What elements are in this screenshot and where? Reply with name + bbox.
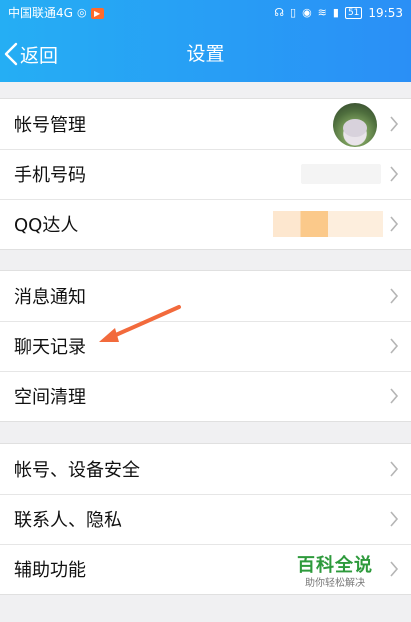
chevron-right-icon [390,561,399,577]
watermark-subtitle: 助你轻松解决 [305,578,365,589]
redacted-phone-value [301,164,381,184]
eye-icon: ◉ [302,6,312,19]
video-app-icon: ▶ [90,7,104,19]
row-label: 帐号、设备安全 [14,460,140,481]
chevron-right-icon [390,216,399,232]
nav-bar: 返回 设置 [0,26,411,82]
row-label: 消息通知 [14,287,86,308]
chevron-right-icon [390,511,399,527]
row-label: 聊天记录 [14,337,86,358]
row-label: 空间清理 [14,387,86,408]
vibrate-icon: ▯ [290,6,297,19]
carrier-label: 中国联通4G [8,6,73,20]
settings-row-qq-expert[interactable]: QQ达人 [0,199,411,249]
row-label: 手机号码 [14,165,86,186]
status-bar: 中国联通4G ◎ ▶ ☊ ▯ ◉ ≋ ▮ 51 19:53 [0,0,411,26]
chevron-right-icon [390,388,399,404]
settings-row-chat-history[interactable]: 聊天记录 [0,321,411,371]
app-header: 中国联通4G ◎ ▶ ☊ ▯ ◉ ≋ ▮ 51 19:53 返回 设置 [0,0,411,82]
watermark: 百科全说 助你轻松解决 [290,555,380,591]
chevron-right-icon [390,288,399,304]
settings-row-notifications[interactable]: 消息通知 [0,271,411,321]
clock: 19:53 [368,6,403,20]
row-label: 联系人、隐私 [14,510,122,531]
settings-row-storage-cleanup[interactable]: 空间清理 [0,371,411,421]
chevron-right-icon [390,166,399,182]
avatar [333,103,377,147]
chevron-right-icon [390,116,399,132]
row-label: QQ达人 [14,215,79,236]
battery-icon: 51 [344,7,363,19]
settings-row-account-management[interactable]: 帐号管理 [0,99,411,149]
row-label: 辅助功能 [14,560,86,581]
settings-row-account-security[interactable]: 帐号、设备安全 [0,444,411,494]
settings-row-contacts-privacy[interactable]: 联系人、隐私 [0,494,411,544]
chevron-right-icon [390,338,399,354]
weibo-icon: ◎ [76,6,87,19]
headphone-icon: ☊ [274,6,284,19]
redacted-qq-badge [273,211,383,237]
wifi-icon: ≋ [317,6,327,19]
settings-row-phone-number[interactable]: 手机号码 [0,149,411,199]
messages-group: 消息通知 聊天记录 空间清理 [0,270,411,422]
account-group: 帐号管理 手机号码 QQ达人 [0,98,411,250]
annotation-arrow-icon [99,305,181,342]
watermark-title: 百科全说 [297,555,373,576]
row-label: 帐号管理 [14,115,86,136]
chevron-right-icon [390,461,399,477]
page-title: 设置 [186,43,225,65]
signal-icon: ▮ [332,6,339,19]
